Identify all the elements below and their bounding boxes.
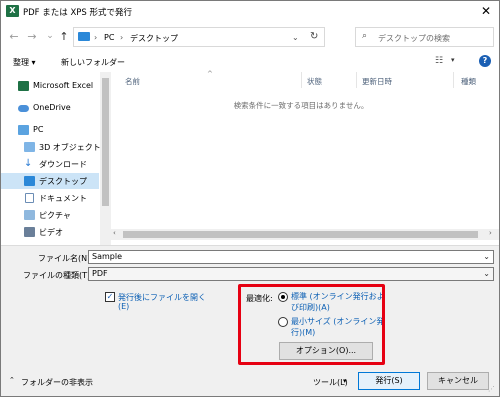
recent-locations-button[interactable]: ⌄: [43, 29, 57, 43]
filename-input[interactable]: Sample ⌄: [88, 250, 494, 264]
desktop-icon: [24, 176, 35, 186]
open-after-publish-checkbox[interactable]: ✓: [105, 292, 115, 302]
sidebar-item-documents[interactable]: ドキュメント: [1, 190, 99, 206]
filetype-label: ファイルの種類(T):: [23, 271, 93, 280]
highlight-box: [238, 284, 385, 365]
horizontal-scrollbar[interactable]: ‹ ›: [111, 229, 499, 240]
pc-icon: [78, 32, 90, 41]
address-bar[interactable]: › PC › デスクトップ ⌄ ↻: [73, 27, 325, 47]
excel-icon: X: [6, 5, 19, 17]
sidebar-item-desktop[interactable]: デスクトップ: [1, 173, 99, 189]
sidebar-item-videos[interactable]: ビデオ: [1, 224, 99, 240]
filename-label: ファイル名(N):: [38, 254, 93, 263]
back-button[interactable]: ←: [7, 30, 21, 44]
column-divider: [356, 72, 357, 88]
sidebar-item-label: Microsoft Excel: [33, 81, 94, 90]
hide-folders-button[interactable]: フォルダーの非表示: [21, 377, 93, 388]
refresh-icon[interactable]: ↻: [310, 31, 318, 42]
documents-icon: [25, 193, 34, 203]
sidebar-item-pictures[interactable]: ピクチャ: [1, 207, 99, 223]
excel-icon: [18, 81, 29, 91]
sidebar-scrollbar[interactable]: [100, 72, 111, 245]
column-header-status[interactable]: 状態: [307, 76, 322, 87]
search-box[interactable]: ⌕ デスクトップの検索: [355, 27, 494, 47]
view-options-icon[interactable]: ☷: [435, 56, 443, 66]
chevron-down-icon[interactable]: ▾: [451, 56, 455, 64]
close-icon[interactable]: ✕: [477, 3, 495, 19]
open-after-publish-label-key[interactable]: (E): [118, 302, 129, 311]
download-icon: ↓: [24, 158, 33, 169]
empty-message: 検索条件に一致する項目はありません。: [233, 101, 369, 110]
chevron-down-icon[interactable]: ⌄: [483, 269, 490, 278]
sidebar-item-label: ドキュメント: [39, 194, 87, 203]
search-icon: ⌕: [362, 31, 368, 41]
column-header-name[interactable]: 名前: [125, 76, 140, 87]
sidebar-item-excel[interactable]: Microsoft Excel: [1, 78, 99, 94]
cancel-button[interactable]: キャンセル: [427, 372, 489, 390]
new-folder-button[interactable]: 新しいフォルダー: [61, 57, 125, 68]
address-dropdown-icon[interactable]: ⌄: [292, 33, 299, 42]
sidebar-item-pc[interactable]: PC: [1, 122, 99, 138]
search-placeholder: デスクトップの検索: [378, 34, 450, 43]
video-icon: [24, 227, 35, 237]
scroll-left-icon[interactable]: ‹: [113, 229, 116, 237]
scrollbar-thumb[interactable]: [123, 231, 478, 238]
sidebar-item-label: ピクチャ: [39, 211, 71, 220]
filename-value: Sample: [92, 252, 122, 261]
sidebar-item-label: 3D オブジェクト: [39, 143, 101, 152]
publish-button[interactable]: 発行(S): [358, 372, 420, 390]
filetype-value: PDF: [92, 269, 108, 278]
3d-objects-icon: [24, 142, 35, 152]
address-segment-desktop[interactable]: デスクトップ: [130, 33, 178, 44]
forward-button[interactable]: →: [25, 30, 39, 44]
sidebar-item-label: デスクトップ: [39, 177, 87, 186]
address-separator: ›: [94, 33, 98, 42]
sidebar-item-label: OneDrive: [33, 103, 71, 112]
sidebar-item-label: PC: [33, 125, 44, 134]
scrollbar-thumb[interactable]: [102, 78, 109, 206]
address-segment-pc[interactable]: PC: [104, 33, 114, 42]
scroll-right-icon[interactable]: ›: [489, 229, 492, 237]
column-header-type[interactable]: 種類: [461, 76, 476, 87]
chevron-up-icon[interactable]: ⌃: [9, 376, 15, 384]
pc-icon: [18, 125, 29, 135]
publish-dialog: X PDF または XPS 形式で発行 ✕ ← → ⌄ ↑ › PC › デスク…: [0, 0, 500, 397]
resize-grip-icon[interactable]: ⋰: [488, 385, 495, 393]
column-divider: [453, 72, 454, 88]
column-divider: [301, 72, 302, 88]
address-separator: ›: [120, 33, 124, 42]
open-after-publish-label[interactable]: 発行後にファイルを開く: [118, 292, 206, 303]
filetype-select[interactable]: PDF ⌄: [88, 267, 494, 281]
sidebar-item-label: ビデオ: [39, 228, 63, 237]
sort-indicator-icon: ^: [207, 70, 213, 78]
chevron-down-icon[interactable]: ▾: [343, 377, 347, 385]
help-icon[interactable]: ?: [479, 55, 491, 67]
sidebar-item-3d-objects[interactable]: 3D オブジェクト: [1, 139, 101, 155]
column-header-modified[interactable]: 更新日時: [362, 76, 392, 87]
navigation-pane: Microsoft Excel OneDrive PC 3D オブジェクト ↓ …: [1, 72, 101, 245]
file-list: ^ 名前 状態 更新日時 種類 検索条件に一致する項目はありません。: [111, 70, 499, 245]
sidebar-item-downloads[interactable]: ↓ ダウンロード: [1, 156, 99, 172]
window-title: PDF または XPS 形式で発行: [23, 8, 133, 18]
sidebar-item-label: ダウンロード: [39, 160, 87, 169]
organize-button[interactable]: 整理 ▾: [13, 57, 36, 68]
title-bar: X PDF または XPS 形式で発行 ✕: [1, 1, 499, 21]
sidebar-item-onedrive[interactable]: OneDrive: [1, 100, 99, 116]
onedrive-icon: [18, 105, 29, 112]
pictures-icon: [24, 210, 35, 220]
up-button[interactable]: ↑: [57, 30, 71, 44]
chevron-down-icon[interactable]: ⌄: [483, 252, 490, 261]
